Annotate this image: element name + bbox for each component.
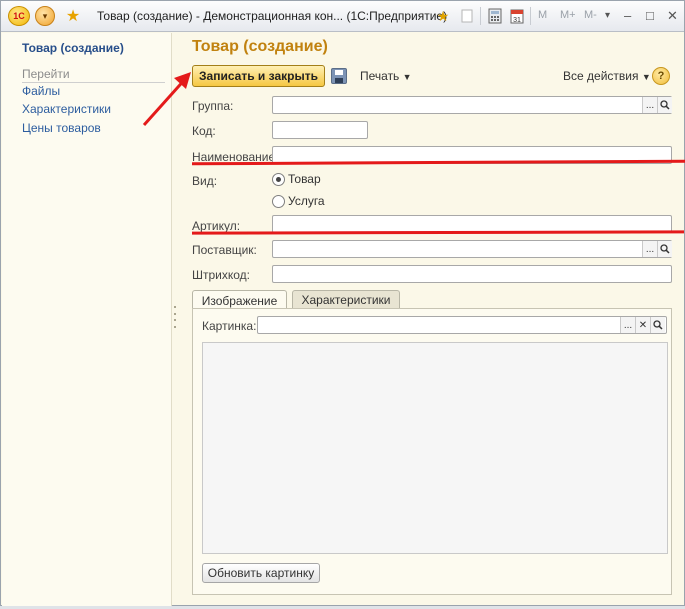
window-title: Товар (создание) - Демонстрационная кон.… [97, 9, 448, 23]
kind-option-service[interactable]: Услуга [272, 194, 325, 208]
kind-option-goods[interactable]: Товар [272, 172, 321, 186]
svg-text:31: 31 [513, 17, 521, 24]
select-button[interactable]: ... [620, 317, 635, 333]
all-actions-menu[interactable]: Все действия ▼ [563, 69, 651, 83]
minimize-icon[interactable]: – [624, 8, 631, 23]
1c-logo-icon[interactable]: 1С [8, 6, 30, 26]
select-button[interactable]: ... [642, 97, 657, 113]
favorites-star-icon[interactable]: ★ [63, 6, 83, 26]
form-title: Товар (создание) [192, 38, 328, 55]
calendar-icon[interactable]: 31 [508, 7, 526, 25]
nav-link-characteristics[interactable]: Характеристики [22, 102, 111, 116]
form-area: Товар (создание) Записать и закрыть Печа… [178, 33, 685, 606]
all-actions-label: Все действия [563, 69, 639, 83]
help-button[interactable]: ? [652, 67, 670, 85]
search-icon[interactable] [657, 97, 672, 113]
barcode-label: Штрихкод: [192, 268, 251, 282]
chevron-down-icon: ▼ [641, 72, 651, 82]
annotation-underline [191, 230, 685, 235]
kind-label: Вид: [192, 174, 218, 188]
link-icon[interactable] [458, 7, 476, 25]
close-icon[interactable]: ✕ [667, 8, 678, 24]
nav-link-prices[interactable]: Цены товаров [22, 121, 101, 135]
refresh-picture-button[interactable]: Обновить картинку [202, 563, 320, 583]
code-field[interactable] [272, 121, 368, 139]
radio-unchecked-icon [272, 194, 285, 208]
calculator-icon[interactable] [486, 7, 504, 25]
main-menu-icon[interactable]: ▾ [35, 6, 55, 26]
title-bar: 1С ▾ ★ Товар (создание) - Демонстрационн… [1, 1, 684, 32]
nav-title[interactable]: Товар (создание) [22, 41, 124, 55]
kind-option-label: Услуга [288, 194, 325, 208]
picture-field[interactable]: ... ✕ [257, 316, 667, 334]
memory-button[interactable]: M [538, 9, 547, 21]
chevron-down-icon[interactable]: ▾ [605, 10, 610, 21]
search-icon[interactable] [657, 241, 672, 257]
maximize-icon[interactable]: □ [646, 8, 654, 23]
annotation-arrow [142, 72, 191, 127]
barcode-field[interactable] [272, 265, 672, 283]
group-field[interactable]: ... [272, 96, 672, 114]
chevron-down-icon: ▼ [402, 72, 412, 82]
app-window: 1С ▾ ★ Товар (создание) - Демонстрационн… [0, 0, 685, 606]
picture-label: Картинка: [202, 319, 257, 333]
memory-minus-button[interactable]: M- [584, 9, 597, 21]
save-icon[interactable] [331, 68, 347, 84]
add-favorite-icon[interactable]: ★ [434, 7, 452, 25]
select-button[interactable]: ... [642, 241, 657, 257]
save-and-close-button[interactable]: Записать и закрыть [192, 65, 325, 87]
tab-panel-image: Картинка: ... ✕ Обновить картинку [192, 308, 672, 595]
panel-splitter[interactable] [173, 306, 177, 328]
clear-icon[interactable]: ✕ [635, 317, 650, 333]
supplier-label: Поставщик: [192, 243, 257, 257]
supplier-field[interactable]: ... [272, 240, 672, 258]
kind-option-label: Товар [288, 172, 321, 186]
nav-link-files[interactable]: Файлы [22, 84, 60, 98]
tab-image[interactable]: Изображение [192, 290, 287, 310]
print-label: Печать [360, 69, 400, 83]
radio-checked-icon [272, 172, 285, 186]
search-icon[interactable] [650, 317, 665, 333]
toolbar-separator [530, 7, 531, 25]
tab-characteristics[interactable]: Характеристики [292, 290, 400, 309]
toolbar-separator [480, 7, 481, 25]
print-menu[interactable]: Печать ▼ [360, 69, 412, 83]
memory-plus-button[interactable]: M+ [560, 9, 576, 21]
image-preview [202, 342, 668, 554]
